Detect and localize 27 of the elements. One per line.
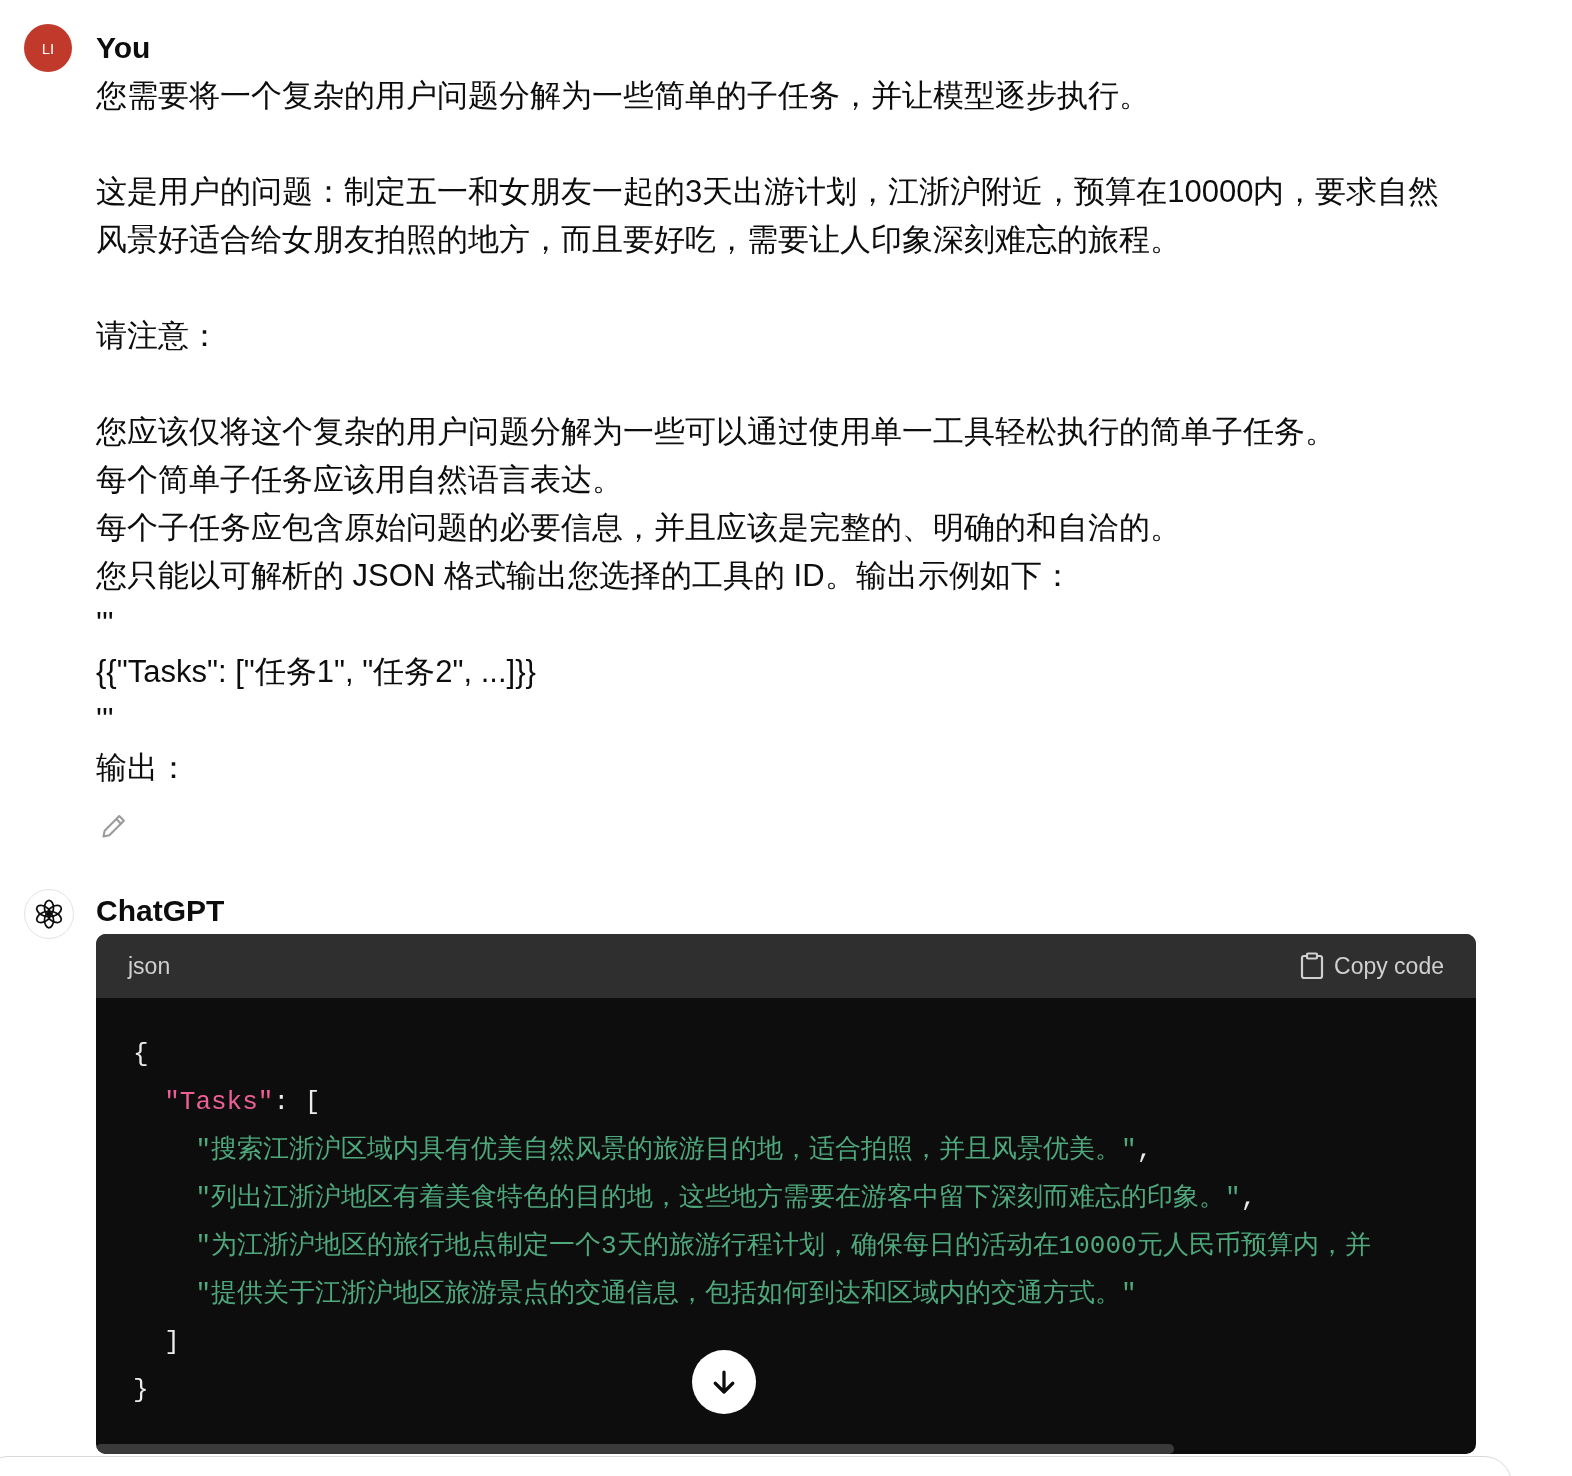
code-language: json <box>128 952 171 980</box>
code-line: { <box>133 1038 149 1071</box>
code-line: "列出江浙沪地区有着美食特色的目的地，这些地方需要在游客中留下深刻而难忘的印象。", <box>194 1182 1257 1215</box>
message-text: {{"Tasks": ["任务1", "任务2", ...]}} <box>96 653 537 691</box>
message-text: ''' <box>96 605 115 643</box>
scrollbar[interactable] <box>96 1444 1174 1454</box>
message-text: ''' <box>96 701 115 739</box>
message-text: 您应该仅将这个复杂的用户问题分解为一些可以通过使用单一工具轻松执行的简单子任务。 <box>96 413 1337 451</box>
edit-icon[interactable] <box>100 812 128 840</box>
author-name: ChatGPT <box>96 893 226 929</box>
message-text: 请注意： <box>96 317 221 355</box>
code-line: "为江浙沪地区的旅行地点制定一个3天的旅游行程计划，确保每日的活动在10000元人民币预算内，并 <box>194 1230 1371 1263</box>
message-text: 输出： <box>96 749 190 787</box>
code-line: "搜索江浙沪区域内具有优美自然风景的旅游目的地，适合拍照，并且风景优美。", <box>194 1134 1153 1167</box>
author-name: You <box>96 30 152 66</box>
code-line: } <box>133 1374 149 1407</box>
message-text: 每个简单子任务应该用自然语言表达。 <box>96 461 624 499</box>
copy-code-button[interactable]: Copy code <box>1300 952 1444 980</box>
message-text: 您需要将一个复杂的用户问题分解为一些简单的子任务，并让模型逐步执行。 <box>96 77 1151 115</box>
message-text: 您只能以可解析的 JSON 格式输出您选择的工具的 ID。输出示例如下： <box>96 557 1074 595</box>
message-text: 每个子任务应包含原始问题的必要信息，并且应该是完整的、明确的和自洽的。 <box>96 509 1182 547</box>
clipboard-icon <box>1300 952 1325 980</box>
message-text: 这是用户的问题：制定五一和女朋友一起的3天出游计划，江浙沪附近，预算在10000内，要求自然风景好适合给女朋友拍照的地方，而且要好吃，需要让人印象深刻难忘的旅程。 <box>96 173 1441 259</box>
code-line: ] <box>163 1326 180 1359</box>
user-avatar: LI <box>24 24 72 72</box>
code-line: "提供关于江浙沪地区旅游景点的交通信息，包括如何到达和区域内的交通方式。" <box>194 1278 1137 1311</box>
code-line: "Tasks": [ <box>163 1086 321 1119</box>
